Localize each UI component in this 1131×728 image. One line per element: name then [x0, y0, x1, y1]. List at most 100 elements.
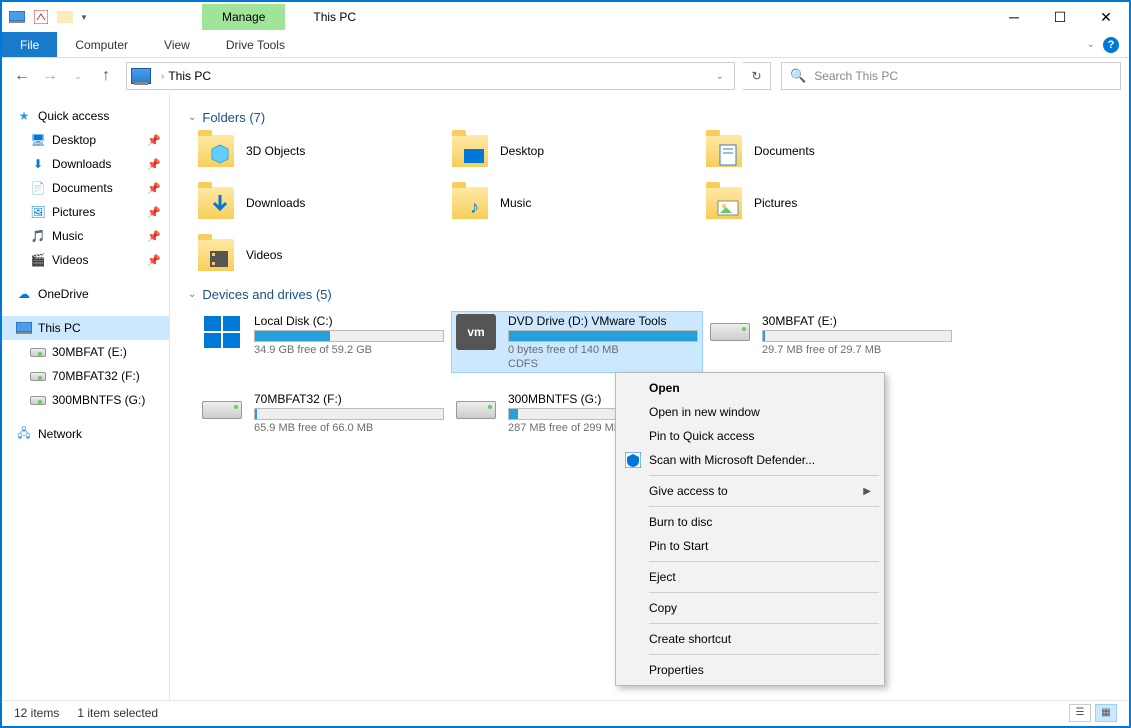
tab-computer[interactable]: Computer [57, 32, 146, 57]
sidebar-this-pc[interactable]: This PC [2, 316, 169, 340]
sidebar-drive[interactable]: 300MBNTFS (G:) [2, 388, 169, 412]
network-icon: 🖧 [16, 426, 32, 442]
drive-name: DVD Drive (D:) VMware Tools [508, 314, 700, 328]
refresh-button[interactable]: ↻ [743, 62, 771, 90]
sidebar-item-label: Documents [52, 181, 113, 195]
new-folder-icon[interactable] [56, 8, 74, 26]
location-pc-icon [131, 68, 151, 84]
folders-section-header[interactable]: ⌄ Folders (7) [188, 110, 1111, 125]
help-icon[interactable]: ? [1103, 37, 1119, 53]
view-details-button[interactable]: ☰ [1069, 704, 1091, 722]
drive-free-space: 29.7 MB free of 29.7 MB [762, 344, 954, 356]
tab-view[interactable]: View [146, 32, 208, 57]
context-menu-item[interactable]: Pin to Start [619, 534, 881, 558]
folder-item[interactable]: ♪ Music [452, 187, 702, 219]
context-menu-label: Scan with Microsoft Defender... [649, 453, 815, 467]
section-title: Devices and drives (5) [202, 287, 331, 302]
context-menu-label: Create shortcut [649, 632, 731, 646]
address-bar[interactable]: › This PC ⌄ [126, 62, 735, 90]
minimize-button[interactable]: ─ [991, 2, 1037, 32]
pc-icon[interactable] [8, 8, 26, 26]
folder-icon: 🖥 [30, 132, 46, 148]
ribbon-collapse-icon[interactable]: ⌄ [1087, 39, 1095, 50]
drive-icon [30, 392, 46, 408]
drives-section-header[interactable]: ⌄ Devices and drives (5) [188, 287, 1111, 302]
nav-recent-dropdown[interactable]: ⌄ [66, 64, 90, 88]
folder-icon: 📄 [30, 180, 46, 196]
context-menu-item[interactable]: Pin to Quick access [619, 424, 881, 448]
windows-icon [204, 316, 240, 348]
sidebar-item-pictures[interactable]: 🖼Pictures📌 [2, 200, 169, 224]
context-menu-label: Give access to [649, 484, 728, 498]
folder-label: Pictures [754, 196, 797, 210]
folder-icon [706, 187, 742, 219]
address-location[interactable]: This PC [168, 69, 211, 83]
nav-back-button[interactable]: ← [10, 64, 34, 88]
folder-icon [706, 135, 742, 167]
drive-free-space: 65.9 MB free of 66.0 MB [254, 422, 446, 434]
context-menu-item[interactable]: Open in new window [619, 400, 881, 424]
tab-drive-tools[interactable]: Drive Tools [208, 32, 303, 57]
qat-dropdown-icon[interactable]: ▼ [80, 13, 88, 22]
context-menu: Open Open in new window Pin to Quick acces… [615, 372, 885, 686]
folder-item[interactable]: Documents [706, 135, 956, 167]
sidebar-item-documents[interactable]: 📄Documents📌 [2, 176, 169, 200]
folder-label: 3D Objects [246, 144, 305, 158]
folder-item[interactable]: Videos [198, 239, 448, 271]
context-menu-label: Open in new window [649, 405, 760, 419]
pin-icon: 📌 [147, 206, 161, 219]
sidebar-drive[interactable]: 70MBFAT32 (F:) [2, 364, 169, 388]
tab-file[interactable]: File [2, 32, 57, 57]
context-menu-item[interactable]: Scan with Microsoft Defender... [619, 448, 881, 472]
sidebar-onedrive[interactable]: ☁ OneDrive [2, 282, 169, 306]
sidebar-item-desktop[interactable]: 🖥Desktop📌 [2, 128, 169, 152]
context-menu-item[interactable]: Give access to ▶ [619, 479, 881, 503]
folder-item[interactable]: Downloads [198, 187, 448, 219]
sidebar-item-music[interactable]: 🎵Music📌 [2, 224, 169, 248]
tab-manage[interactable]: Manage [202, 4, 285, 30]
close-button[interactable]: ✕ [1083, 2, 1129, 32]
section-title: Folders (7) [202, 110, 265, 125]
folder-label: Videos [246, 248, 282, 262]
sidebar-item-videos[interactable]: 🎬Videos📌 [2, 248, 169, 272]
search-placeholder: Search This PC [814, 69, 898, 83]
nav-forward-button[interactable]: → [38, 64, 62, 88]
context-menu-item[interactable]: Copy [619, 596, 881, 620]
window-title: This PC [313, 10, 356, 24]
sidebar-network[interactable]: 🖧 Network [2, 422, 169, 446]
context-menu-label: Properties [649, 663, 704, 677]
search-input[interactable]: 🔍 Search This PC [781, 62, 1121, 90]
context-menu-label: Burn to disc [649, 515, 712, 529]
sidebar-label: This PC [38, 321, 81, 335]
folder-label: Music [500, 196, 531, 210]
drive-item[interactable]: 70MBFAT32 (F:)65.9 MB free of 66.0 MB [198, 390, 448, 436]
drive-item[interactable]: vmDVD Drive (D:) VMware Tools0 bytes fre… [452, 312, 702, 372]
context-menu-item[interactable]: Create shortcut [619, 627, 881, 651]
drive-usage-bar [254, 330, 444, 342]
folder-item[interactable]: 3D Objects [198, 135, 448, 167]
sidebar-item-downloads[interactable]: ⬇Downloads📌 [2, 152, 169, 176]
hdd-icon [710, 323, 750, 341]
context-menu-item[interactable]: Eject [619, 565, 881, 589]
sidebar-quick-access[interactable]: ★ Quick access [2, 104, 169, 128]
drive-item[interactable]: 30MBFAT (E:)29.7 MB free of 29.7 MB [706, 312, 956, 372]
addr-separator-icon[interactable]: › [161, 71, 164, 82]
maximize-button[interactable]: ☐ [1037, 2, 1083, 32]
context-menu-item[interactable]: Burn to disc [619, 510, 881, 534]
drive-free-space: 0 bytes free of 140 MB [508, 344, 700, 356]
properties-icon[interactable] [32, 8, 50, 26]
view-tiles-button[interactable]: ▦ [1095, 704, 1117, 722]
context-menu-item[interactable]: Open [619, 376, 881, 400]
submenu-arrow-icon: ▶ [863, 486, 871, 497]
folder-item[interactable]: Desktop [452, 135, 702, 167]
sidebar-label: Quick access [38, 109, 109, 123]
sidebar-item-label: 30MBFAT (E:) [52, 345, 127, 359]
context-menu-item[interactable]: Properties [619, 658, 881, 682]
folder-icon: ♪ [452, 187, 488, 219]
nav-up-button[interactable]: ↑ [94, 64, 118, 88]
folder-item[interactable]: Pictures [706, 187, 956, 219]
pin-icon: 📌 [147, 254, 161, 267]
sidebar-drive[interactable]: 30MBFAT (E:) [2, 340, 169, 364]
address-dropdown-icon[interactable]: ⌄ [710, 71, 730, 82]
drive-item[interactable]: Local Disk (C:)34.9 GB free of 59.2 GB [198, 312, 448, 372]
